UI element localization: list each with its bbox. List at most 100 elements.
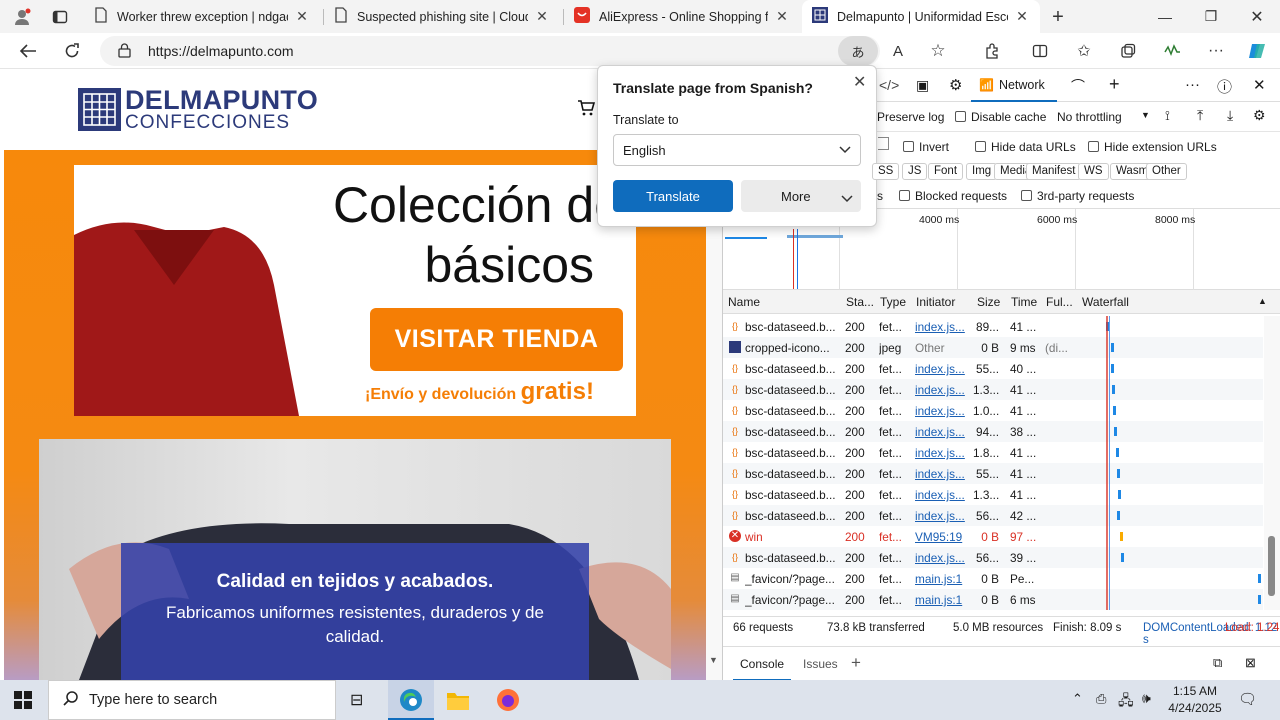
file-explorer-icon[interactable]: [446, 689, 470, 714]
address-bar[interactable]: https://delmapunto.com あ: [100, 36, 880, 66]
cell-initiator[interactable]: index.js...: [915, 320, 967, 334]
filter-pill[interactable]: WS: [1078, 163, 1109, 180]
memory-tab-icon[interactable]: ⚙: [949, 76, 962, 94]
cell-initiator[interactable]: VM95:19: [915, 530, 967, 544]
drawer-console-tab[interactable]: Console: [733, 647, 792, 681]
more-tabs-icon[interactable]: +: [1109, 74, 1120, 95]
tab-aliexpress[interactable]: AliExpress - Online Shopping für ✕: [564, 0, 800, 33]
network-settings-icon[interactable]: ⚙: [1253, 107, 1266, 124]
sort-ascending-icon[interactable]: ▲: [1258, 296, 1267, 306]
cell-initiator[interactable]: index.js...: [915, 488, 967, 502]
site-logo-icon[interactable]: [78, 88, 121, 131]
read-aloud-icon[interactable]: A: [884, 37, 912, 65]
performance-icon[interactable]: [1158, 37, 1186, 65]
filter-pill[interactable]: JS: [902, 163, 928, 180]
cart-icon[interactable]: [577, 100, 596, 121]
devtools-menu-icon[interactable]: ···: [1185, 76, 1200, 93]
drawer-issues-tab[interactable]: Issues: [803, 657, 838, 671]
help-icon[interactable]: ⓘ: [1217, 76, 1232, 97]
restore-icon[interactable]: ❐: [1188, 0, 1234, 33]
network-tray-icon[interactable]: 🖧: [1118, 690, 1134, 714]
filter-pill[interactable]: Font: [928, 163, 964, 180]
network-row[interactable]: cropped-icono... 200 jpeg Other 0 B 9 ms (di..…: [723, 337, 1263, 358]
translate-button[interactable]: Translate: [613, 180, 733, 212]
hide-data-urls-checkbox[interactable]: Hide data URLs: [975, 140, 1076, 154]
network-conditions-icon[interactable]: ⟟: [1165, 108, 1170, 124]
hide-extension-urls-checkbox[interactable]: Hide extension URLs: [1088, 140, 1217, 154]
promo-banner[interactable]: Colección de básicos VISITAR TIENDA ¡Env…: [74, 165, 636, 416]
lock-icon[interactable]: [118, 43, 131, 61]
network-row[interactable]: {} bsc-dataseed.b... 200 fet... index.js... 9…: [723, 421, 1263, 442]
firefox-icon[interactable]: [496, 688, 520, 715]
close-drawer-icon[interactable]: ⊠: [1245, 655, 1256, 671]
cell-initiator[interactable]: main.js:1: [915, 572, 967, 586]
refresh-icon[interactable]: [58, 37, 86, 65]
windows-start-icon[interactable]: [14, 691, 32, 712]
cell-initiator[interactable]: index.js...: [915, 467, 967, 481]
copilot-icon[interactable]: [1243, 37, 1271, 65]
network-row[interactable]: ✕ win 200 fet... VM95:19 0 B 97 ...: [723, 526, 1263, 547]
col-name[interactable]: Name: [728, 295, 760, 309]
cell-initiator[interactable]: Other: [915, 341, 967, 355]
close-tab-icon[interactable]: ✕: [534, 8, 550, 25]
throttling-dropdown-icon[interactable]: ▼: [1141, 110, 1150, 120]
volume-icon[interactable]: 🕪: [1142, 690, 1151, 707]
extensions-icon[interactable]: [978, 37, 1006, 65]
more-button[interactable]: More: [741, 180, 861, 212]
close-tab-icon[interactable]: ✕: [1014, 8, 1030, 25]
tray-device-icon[interactable]: ⎙: [1096, 691, 1106, 707]
col-type[interactable]: Type: [880, 295, 906, 309]
col-waterfall[interactable]: Waterfall: [1082, 295, 1129, 309]
network-row[interactable]: {} bsc-dataseed.b... 200 fet... index.js... 5…: [723, 547, 1263, 568]
cell-initiator[interactable]: index.js...: [915, 362, 967, 376]
tab-worker-exception[interactable]: Worker threw exception | ndgadf ✕: [84, 0, 320, 33]
preserve-log-label[interactable]: Preserve log: [877, 110, 944, 124]
filter-pill[interactable]: SS: [872, 163, 900, 180]
split-screen-icon[interactable]: [1026, 37, 1054, 65]
cell-initiator[interactable]: index.js...: [915, 509, 967, 523]
import-har-icon[interactable]: ⤒: [1197, 107, 1203, 124]
third-party-checkbox[interactable]: 3rd-party requests: [1021, 189, 1134, 203]
col-status[interactable]: Sta...: [846, 295, 874, 309]
favorites-icon[interactable]: ✩: [1070, 37, 1098, 65]
network-row[interactable]: {} bsc-dataseed.b... 200 fet... index.js... 1…: [723, 379, 1263, 400]
collections-icon[interactable]: [1114, 37, 1142, 65]
network-row[interactable]: ▤ _favicon/?page... 200 fet... main.js:1 0 B P…: [723, 568, 1263, 589]
taskbar-clock[interactable]: 1:15 AM 4/24/2025: [1164, 683, 1226, 717]
sources-tab-icon[interactable]: </>: [879, 77, 899, 93]
cell-initiator[interactable]: index.js...: [915, 404, 967, 418]
invert-checkbox[interactable]: Invert: [903, 140, 949, 154]
close-tab-icon[interactable]: ✕: [774, 8, 790, 25]
network-row[interactable]: {} bsc-dataseed.b... 200 fet... index.js... 8…: [723, 316, 1263, 337]
network-scrollbar[interactable]: [1264, 316, 1280, 610]
new-tab-icon[interactable]: +: [1044, 3, 1072, 31]
close-window-icon[interactable]: ✕: [1234, 0, 1280, 33]
cell-initiator[interactable]: index.js...: [915, 446, 967, 460]
translate-icon[interactable]: あ: [838, 36, 878, 66]
scroll-down-icon[interactable]: ▼: [709, 655, 718, 665]
more-options-icon[interactable]: ···: [1202, 37, 1230, 65]
profile-icon[interactable]: [8, 3, 36, 31]
col-initiator[interactable]: Initiator: [916, 295, 955, 309]
show-hidden-icons-icon[interactable]: ⌃: [1072, 691, 1083, 707]
close-tab-icon[interactable]: ✕: [294, 8, 310, 25]
tab-phishing-site[interactable]: Suspected phishing site | Cloudfl ✕: [324, 0, 560, 33]
filter-pill[interactable]: Img: [966, 163, 998, 180]
network-row[interactable]: {} bsc-dataseed.b... 200 fet... index.js... 1…: [723, 484, 1263, 505]
taskbar-search[interactable]: Type here to search: [48, 680, 336, 720]
notifications-icon[interactable]: 🗨: [1238, 690, 1257, 708]
network-row[interactable]: {} bsc-dataseed.b... 200 fet... index.js... 1…: [723, 400, 1263, 421]
col-time[interactable]: Time: [1011, 295, 1037, 309]
filter-input-edge[interactable]: [878, 137, 889, 150]
close-popup-icon[interactable]: ✕: [853, 72, 866, 92]
tab-network[interactable]: 📶 Network: [971, 70, 1057, 102]
visit-store-button[interactable]: VISITAR TIENDA: [370, 308, 623, 371]
network-row[interactable]: ▤ _favicon/?page... 200 fet... main.js:1 0 B 6…: [723, 589, 1263, 610]
minimize-icon[interactable]: —: [1142, 0, 1188, 33]
network-row[interactable]: {} bsc-dataseed.b... 200 fet... index.js... 1…: [723, 442, 1263, 463]
dock-drawer-icon[interactable]: ⧉: [1213, 655, 1222, 671]
taskbar-edge-button[interactable]: [388, 680, 434, 720]
cell-initiator[interactable]: index.js...: [915, 551, 967, 565]
cell-initiator[interactable]: index.js...: [915, 383, 967, 397]
back-icon[interactable]: [14, 37, 42, 65]
